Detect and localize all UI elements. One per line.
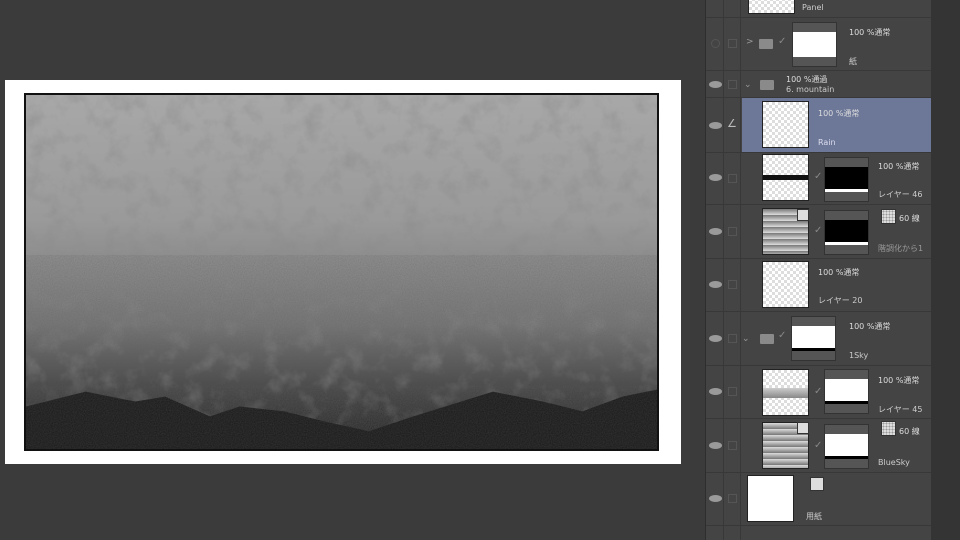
- layer-name: レイヤー 20: [818, 296, 863, 305]
- folder-icon: [760, 334, 774, 344]
- checkmark-icon: ✓: [814, 440, 823, 451]
- lock-checkbox[interactable]: [728, 387, 737, 396]
- panel-gutter: [931, 0, 960, 540]
- layer-row-paper-folder[interactable]: > ✓ 100 %通常 紙: [706, 18, 932, 71]
- eye-icon[interactable]: [709, 495, 722, 502]
- layer-name: Panel: [802, 3, 824, 12]
- collapse-arrow-icon[interactable]: ⌄: [742, 334, 750, 344]
- lock-checkbox[interactable]: [728, 80, 737, 89]
- eye-icon[interactable]: [709, 174, 722, 181]
- blend-mode: 100 %通常: [818, 268, 860, 277]
- layer-name: 階調化から1: [878, 244, 924, 253]
- lock-checkbox[interactable]: [728, 39, 737, 48]
- blend-mode: 100 %通常: [849, 28, 891, 37]
- eye-icon[interactable]: [709, 281, 722, 288]
- lock-checkbox[interactable]: [728, 280, 737, 289]
- eye-icon[interactable]: [709, 388, 722, 395]
- lock-checkbox[interactable]: [728, 494, 737, 503]
- paper-layer-icon: [810, 477, 824, 491]
- lock-checkbox[interactable]: [728, 441, 737, 450]
- blend-mode: 100 %通過: [786, 75, 828, 84]
- canvas-area[interactable]: [0, 0, 700, 540]
- blend-mode: 100 %通常: [878, 162, 920, 171]
- folder-icon: [759, 39, 773, 49]
- eye-icon[interactable]: [709, 335, 722, 342]
- layer-name: レイヤー 45: [878, 405, 923, 414]
- eye-icon[interactable]: [709, 122, 722, 129]
- eye-icon[interactable]: [709, 442, 722, 449]
- lock-checkbox[interactable]: [728, 227, 737, 236]
- layer-name: 紙: [849, 57, 857, 66]
- checkmark-icon: ✓: [814, 225, 823, 236]
- screentone-icon: [881, 209, 896, 224]
- collapse-arrow-icon[interactable]: ⌄: [744, 80, 752, 90]
- artwork-mountain-sky[interactable]: [24, 93, 659, 451]
- screentone-icon: [881, 421, 896, 436]
- layer-row-panel[interactable]: Panel: [706, 0, 932, 18]
- layer-name: 用紙: [806, 512, 822, 521]
- checkmark-icon: ✓: [778, 36, 787, 47]
- checkmark-icon: ✓: [814, 171, 823, 182]
- layer-name: Rain: [818, 138, 836, 147]
- lock-checkbox[interactable]: [728, 174, 737, 183]
- layer-property-icon: [797, 422, 809, 434]
- layer-row-paper[interactable]: 用紙: [706, 473, 932, 526]
- folder-icon: [760, 80, 774, 90]
- layer-row-layer45[interactable]: ✓ 100 %通常 レイヤー 45: [706, 366, 932, 419]
- checkmark-icon: ✓: [778, 330, 787, 341]
- layer-name: BlueSky: [878, 458, 910, 467]
- layer-name: 6. mountain: [786, 85, 835, 94]
- tone-lines: 60 線: [899, 214, 920, 223]
- blend-mode: 100 %通常: [849, 322, 891, 331]
- layer-row-layer20[interactable]: 100 %通常 レイヤー 20: [706, 259, 932, 312]
- lock-checkbox[interactable]: [728, 334, 737, 343]
- eye-icon[interactable]: [709, 228, 722, 235]
- blend-mode: 100 %通常: [818, 109, 860, 118]
- layer-row-sky-folder[interactable]: ⌄ ✓ 100 %通常 1Sky: [706, 312, 932, 366]
- visibility-toggle[interactable]: [711, 39, 720, 48]
- checkmark-icon: ✓: [814, 386, 823, 397]
- blend-mode: 100 %通常: [878, 376, 920, 385]
- layer-row-mountain-folder[interactable]: ⌄ 100 %通過 6. mountain: [706, 71, 932, 98]
- layer-row-layer46[interactable]: ✓ 100 %通常 レイヤー 46: [706, 153, 932, 205]
- layer-row-rain[interactable]: ∠ 100 %通常 Rain: [706, 98, 932, 153]
- layer-property-icon: [797, 209, 809, 221]
- layer-row-bluesky[interactable]: ✓ 60 線 BlueSky: [706, 419, 932, 473]
- layer-name: 1Sky: [849, 351, 869, 360]
- layer-name: レイヤー 46: [878, 190, 923, 199]
- eye-icon[interactable]: [709, 81, 722, 88]
- expand-arrow-icon[interactable]: >: [746, 37, 754, 47]
- tone-lines: 60 線: [899, 427, 920, 436]
- pen-icon: ∠: [727, 117, 737, 130]
- layer-panel: Panel > ✓ 100 %通常 紙 ⌄ 100 %通過 6. mountai…: [705, 0, 932, 540]
- layer-row-tone[interactable]: ✓ 60 線 階調化から1: [706, 205, 932, 259]
